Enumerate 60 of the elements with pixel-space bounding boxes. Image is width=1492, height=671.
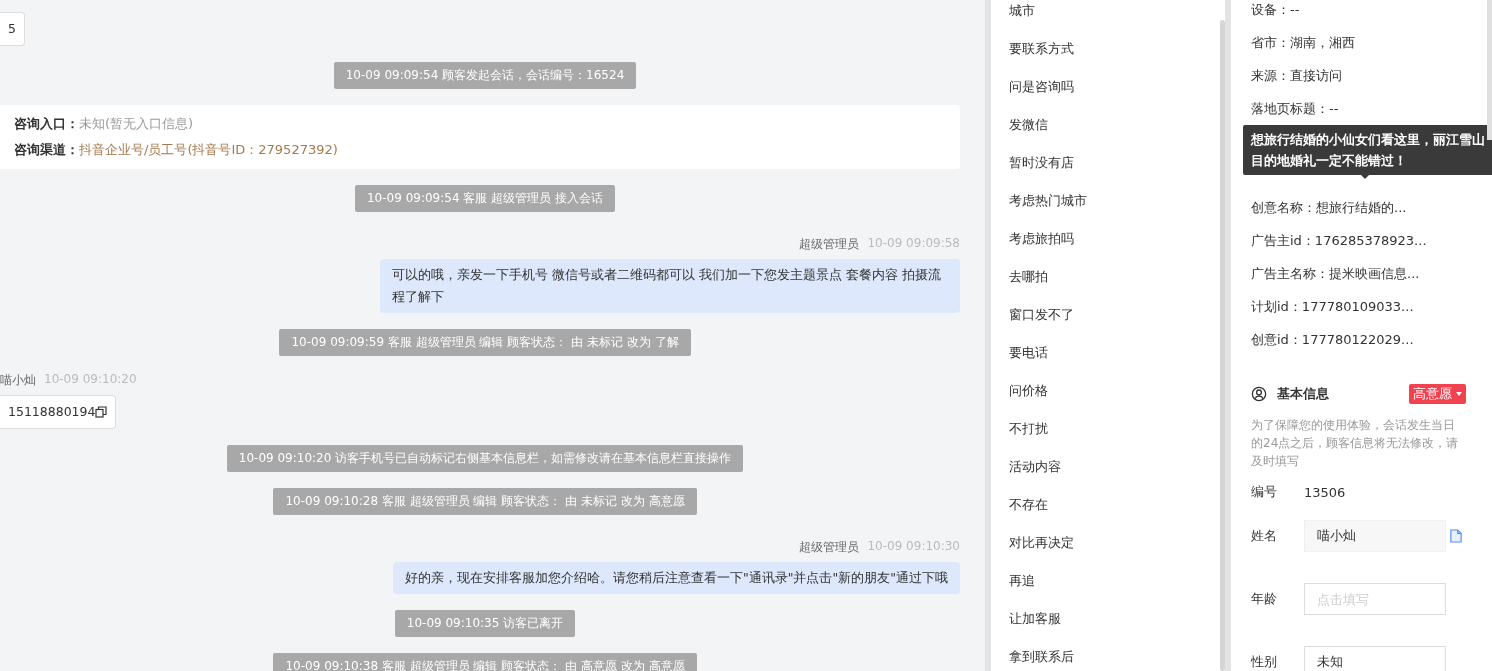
system-message: 10-09 09:10:38 客服 超级管理员 编辑 顾客状态： 由 高意愿 改为 高意愿 — [273, 653, 697, 671]
system-message: 10-09 09:10:35 访客已离开 — [394, 610, 576, 637]
message-time: 10-09 09:09:58 — [867, 236, 960, 252]
quick-reply-item[interactable]: 暂时没有店 — [1009, 144, 1074, 182]
quick-reply-item[interactable]: 活动内容 — [1009, 448, 1061, 486]
field-label: 年龄 — [1251, 590, 1278, 608]
section-title: 基本信息 — [1277, 385, 1330, 403]
quick-reply-item[interactable]: 发微信 — [1009, 106, 1048, 144]
info-label: 咨询入口： — [14, 116, 79, 131]
field-value: 13506 — [1304, 484, 1346, 500]
quick-reply-item[interactable]: 不打扰 — [1009, 410, 1048, 448]
name-field[interactable]: 喵小灿 — [1304, 520, 1446, 552]
source-field: 设备：-- — [1251, 0, 1466, 26]
quick-reply-item[interactable]: 让加客服 — [1009, 600, 1061, 638]
quick-reply-item[interactable]: 问价格 — [1009, 372, 1048, 410]
copy-icon[interactable] — [95, 406, 108, 418]
source-field: 广告主名称：提米映画信息... — [1251, 257, 1466, 290]
quick-reply-item[interactable]: 对比再决定 — [1009, 524, 1074, 562]
quick-reply-item[interactable]: 要联系方式 — [1009, 30, 1074, 68]
quick-reply-item[interactable]: 再追 — [1009, 562, 1035, 600]
info-label: 咨询渠道： — [14, 142, 79, 157]
sender-name: 超级管理员 — [799, 539, 860, 556]
field-label: 姓名 — [1251, 527, 1278, 545]
quick-reply-item[interactable]: 不存在 — [1009, 486, 1048, 524]
message-text: 15118880194 — [8, 403, 96, 421]
message-time: 10-09 09:10:30 — [867, 539, 960, 555]
info-value: 未知(暂无入口信息) — [79, 116, 194, 131]
field-label: 编号 — [1251, 483, 1278, 501]
system-message: 10-09 09:09:59 客服 超级管理员 编辑 顾客状态： 由 未标记 改为 了解 — [279, 329, 691, 356]
source-field: 创意id：177780122029... — [1251, 323, 1466, 356]
source-field: 创意名称：想旅行结婚的... — [1251, 191, 1466, 224]
quick-reply-item[interactable]: 城市 — [1009, 0, 1035, 30]
user-icon — [1251, 386, 1267, 402]
system-message: 10-09 09:09:54 顾客发起会话，会话编号：16524 — [333, 62, 637, 89]
sender-name: 超级管理员 — [799, 236, 860, 253]
quick-reply-item[interactable]: 要电话 — [1009, 334, 1048, 372]
sender-name: 喵小灿 — [0, 372, 36, 389]
input-field[interactable]: 未知 — [1304, 646, 1446, 671]
message-bubble: 可以的哦，亲发一下手机号 微信号或者二维码都可以 我们加一下您发主题景点 套餐内容 拍摄流程了解下 — [380, 259, 960, 313]
quick-reply-item[interactable]: 拿到联系后 — [1009, 638, 1074, 671]
source-field: 广告主id：176285378923... — [1251, 224, 1466, 257]
system-message: 10-09 09:10:20 访客手机号已自动标记右侧基本信息栏，如需修改请在基本信息栏直接操作 — [226, 445, 744, 472]
source-field: 落地页标题：-- — [1251, 92, 1466, 125]
intent-dropdown[interactable]: 高意愿 — [1409, 384, 1466, 404]
message-time: 10-09 09:10:20 — [44, 372, 137, 388]
message-text: 5 — [8, 20, 16, 38]
quick-reply-item[interactable]: 考虑旅拍吗 — [1009, 220, 1074, 258]
quick-reply-item[interactable]: 去哪拍 — [1009, 258, 1048, 296]
source-field: 来源：直接访问 — [1251, 59, 1466, 92]
message-bubble: 好的亲，现在安排客服加您介绍哈。请您稍后注意查看一下"通讯录"并点击"新的朋友"通过下哦 — [393, 562, 960, 594]
quick-reply-item[interactable]: 考虑热门城市 — [1009, 182, 1087, 220]
notice-text: 为了保障您的使用体验，会话发生当日的24点之后，顾客信息将无法修改，请及时填写 — [1251, 417, 1460, 470]
info-value: 抖音企业号/员工号(抖音号ID：279527392) — [79, 142, 338, 157]
quick-reply-item[interactable]: 窗口发不了 — [1009, 296, 1074, 334]
system-message: 10-09 09:09:54 客服 超级管理员 接入会话 — [355, 185, 615, 212]
field-label: 性别 — [1251, 653, 1278, 671]
source-field: 计划id：177780109033... — [1251, 290, 1466, 323]
source-field: 省市：湖南，湘西 — [1251, 26, 1466, 59]
quick-reply-item[interactable]: 问是咨询吗 — [1009, 68, 1074, 106]
system-message: 10-09 09:10:28 客服 超级管理员 编辑 顾客状态： 由 未标记 改为 高意愿 — [273, 488, 697, 515]
